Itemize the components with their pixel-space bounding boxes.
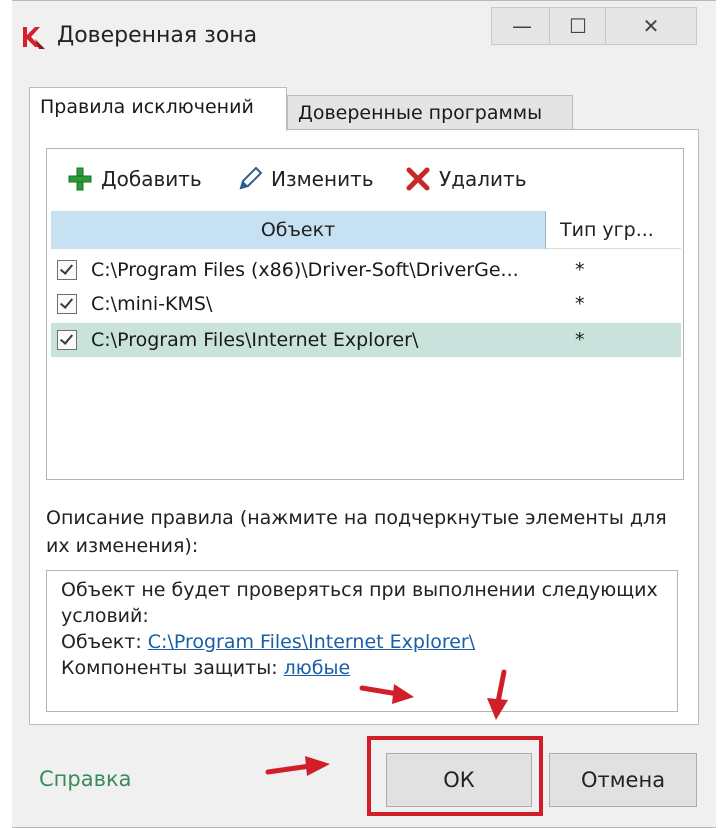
tab-exclusion-rules[interactable]: Правила исключений — [29, 87, 287, 131]
annotation-arrow-right — [359, 685, 401, 697]
annotation-arrow-down — [495, 669, 507, 705]
annotation-arrowhead-right — [392, 684, 414, 704]
annotation-arrowhead-left — [305, 756, 330, 776]
annotation-arrowhead-down — [487, 698, 508, 720]
annotation-arrow-left — [265, 763, 313, 775]
